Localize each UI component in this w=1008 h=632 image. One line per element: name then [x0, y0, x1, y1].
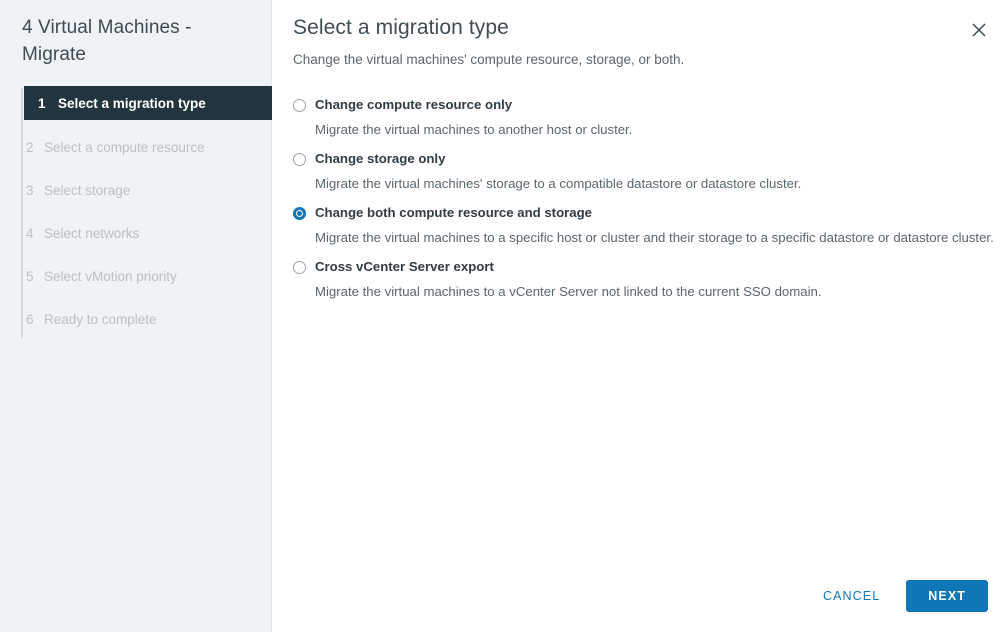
migration-type-radio-group: Change compute resource only Migrate the… [272, 97, 1008, 300]
step-number: 6 [26, 312, 44, 327]
step-label: Select vMotion priority [44, 269, 177, 284]
step-number: 4 [26, 226, 44, 241]
page-subtitle: Change the virtual machines' compute res… [293, 51, 1008, 69]
radio-option-row[interactable]: Change both compute resource and storage [293, 205, 1008, 221]
radio-option-row[interactable]: Change compute resource only [293, 97, 1008, 113]
option-change-compute-resource-only: Change compute resource only Migrate the… [293, 97, 1008, 138]
option-label: Change both compute resource and storage [315, 205, 592, 221]
page-header: Select a migration type Change the virtu… [272, 0, 1008, 69]
step-label: Select a compute resource [44, 140, 205, 155]
option-description: Migrate the virtual machines to another … [293, 121, 1008, 138]
step-number: 3 [26, 183, 44, 198]
sidebar-step-ready-to-complete[interactable]: 6 Ready to complete [0, 301, 271, 337]
sidebar-step-select-networks[interactable]: 4 Select networks [0, 215, 271, 251]
radio-button-icon[interactable] [293, 153, 306, 166]
option-description: Migrate the virtual machines to a specif… [293, 229, 1008, 246]
option-change-both-compute-resource-and-storage: Change both compute resource and storage… [293, 205, 1008, 246]
option-label: Change compute resource only [315, 97, 512, 113]
option-description: Migrate the virtual machines' storage to… [293, 175, 1008, 192]
sidebar-step-select-vmotion-priority[interactable]: 5 Select vMotion priority [0, 258, 271, 294]
cancel-button[interactable]: CANCEL [819, 583, 884, 609]
radio-button-icon[interactable] [293, 99, 306, 112]
radio-option-row[interactable]: Cross vCenter Server export [293, 259, 1008, 275]
option-label: Change storage only [315, 151, 445, 167]
option-label: Cross vCenter Server export [315, 259, 494, 275]
page-title: Select a migration type [293, 14, 1008, 42]
wizard-step-list: 1 Select a migration type 2 Select a com… [0, 86, 271, 337]
step-number: 1 [38, 96, 58, 111]
option-change-storage-only: Change storage only Migrate the virtual … [293, 151, 1008, 192]
wizard-main-panel: Select a migration type Change the virtu… [272, 0, 1008, 632]
wizard-sidebar: 4 Virtual Machines - Migrate 1 Select a … [0, 0, 272, 632]
step-label: Select storage [44, 183, 130, 198]
sidebar-step-select-storage[interactable]: 3 Select storage [0, 172, 271, 208]
wizard-footer: CANCEL NEXT [819, 580, 988, 612]
step-rail [21, 88, 23, 338]
step-label: Select a migration type [58, 96, 206, 111]
close-icon[interactable] [966, 17, 992, 43]
option-description: Migrate the virtual machines to a vCente… [293, 283, 1008, 300]
step-label: Select networks [44, 226, 139, 241]
radio-button-icon-selected[interactable] [293, 207, 306, 220]
radio-button-icon[interactable] [293, 261, 306, 274]
sidebar-step-select-a-compute-resource[interactable]: 2 Select a compute resource [0, 129, 271, 165]
option-cross-vcenter-server-export: Cross vCenter Server export Migrate the … [293, 259, 1008, 300]
step-label: Ready to complete [44, 312, 157, 327]
wizard-title: 4 Virtual Machines - Migrate [0, 0, 271, 68]
step-number: 5 [26, 269, 44, 284]
step-number: 2 [26, 140, 44, 155]
radio-option-row[interactable]: Change storage only [293, 151, 1008, 167]
sidebar-step-select-a-migration-type[interactable]: 1 Select a migration type [24, 86, 272, 120]
migration-wizard: 4 Virtual Machines - Migrate 1 Select a … [0, 0, 1008, 632]
next-button[interactable]: NEXT [906, 580, 988, 612]
